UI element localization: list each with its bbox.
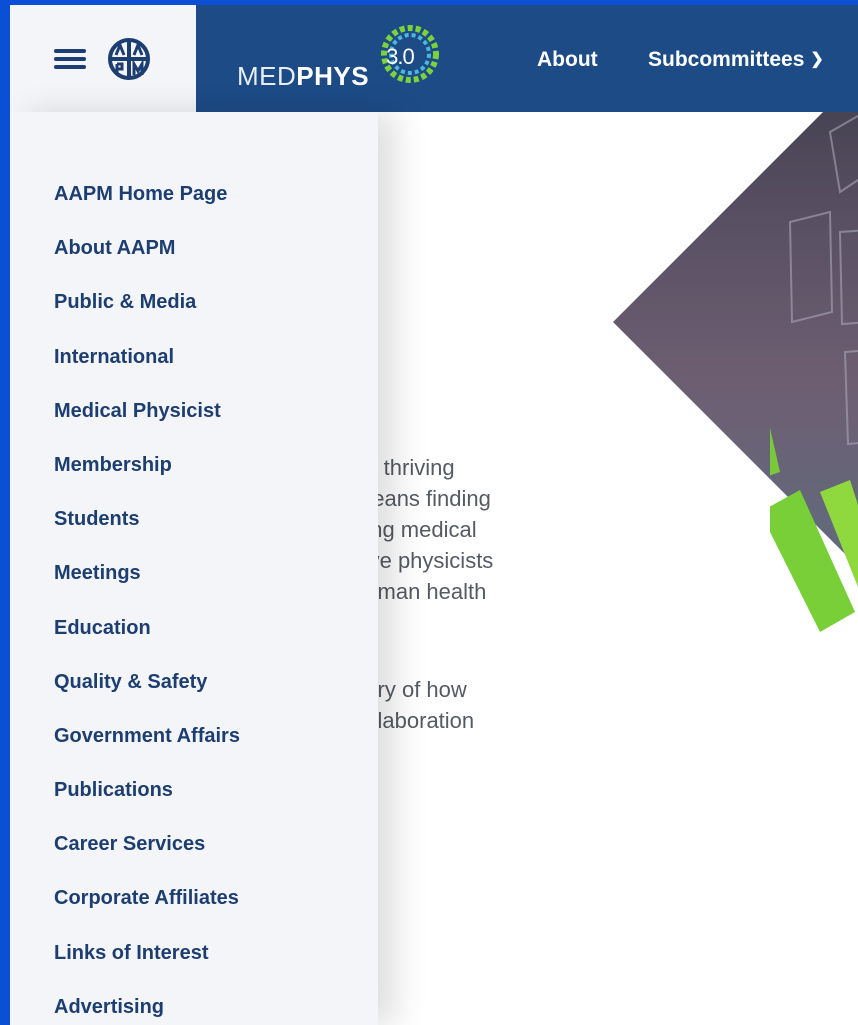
brand-version-badge: 3.0 [377,25,443,107]
hamburger-menu-icon[interactable] [54,47,88,71]
drawer-item-advertising[interactable]: Advertising [54,995,240,1025]
chevron-down-icon: ❯ [810,51,824,68]
nav-subcommittees-label: Subcommittees [648,48,805,71]
drawer-item-international[interactable]: International [54,345,240,399]
aapm-logo-icon[interactable] [108,36,150,82]
header-drawer-controls [10,5,196,113]
browser-viewport: for tient tiative to create a thriving o… [10,5,858,1025]
drawer-item-public-media[interactable]: Public & Media [54,290,240,344]
drawer-item-corporate-affiliates[interactable]: Corporate Affiliates [54,886,240,940]
brand-bold-text: PHYS [296,60,370,91]
drawer-item-medical-physicist[interactable]: Medical Physicist [54,399,240,453]
hero-decoration [770,114,858,632]
drawer-item-career-services[interactable]: Career Services [54,832,240,886]
drawer-item-students[interactable]: Students [54,507,240,561]
nav-subcommittees-dropdown[interactable]: Subcommittees ❯ [648,48,824,72]
brand-version-text: 3.0 [386,44,415,69]
drawer-menu-list: AAPM Home Page About AAPM Public & Media… [54,182,240,1025]
drawer-item-membership[interactable]: Membership [54,453,240,507]
drawer-item-meetings[interactable]: Meetings [54,561,240,615]
drawer-item-aapm-home-page[interactable]: AAPM Home Page [54,182,240,236]
drawer-item-links-of-interest[interactable]: Links of Interest [54,941,240,995]
drawer-item-quality-safety[interactable]: Quality & Safety [54,670,240,724]
brand-light-text: MED [237,60,297,91]
drawer-item-government-affairs[interactable]: Government Affairs [54,724,240,778]
drawer-item-publications[interactable]: Publications [54,778,240,832]
drawer-item-about-aapm[interactable]: About AAPM [54,236,240,290]
medphys-logo[interactable]: MED PHYS 3.0 [237,25,443,109]
nav-about-link[interactable]: About [537,48,598,72]
site-header: MED PHYS 3.0 About Subcommittees ❯ [10,5,858,113]
side-drawer-menu: AAPM Home Page About AAPM Public & Media… [10,112,378,1025]
drawer-item-education[interactable]: Education [54,616,240,670]
